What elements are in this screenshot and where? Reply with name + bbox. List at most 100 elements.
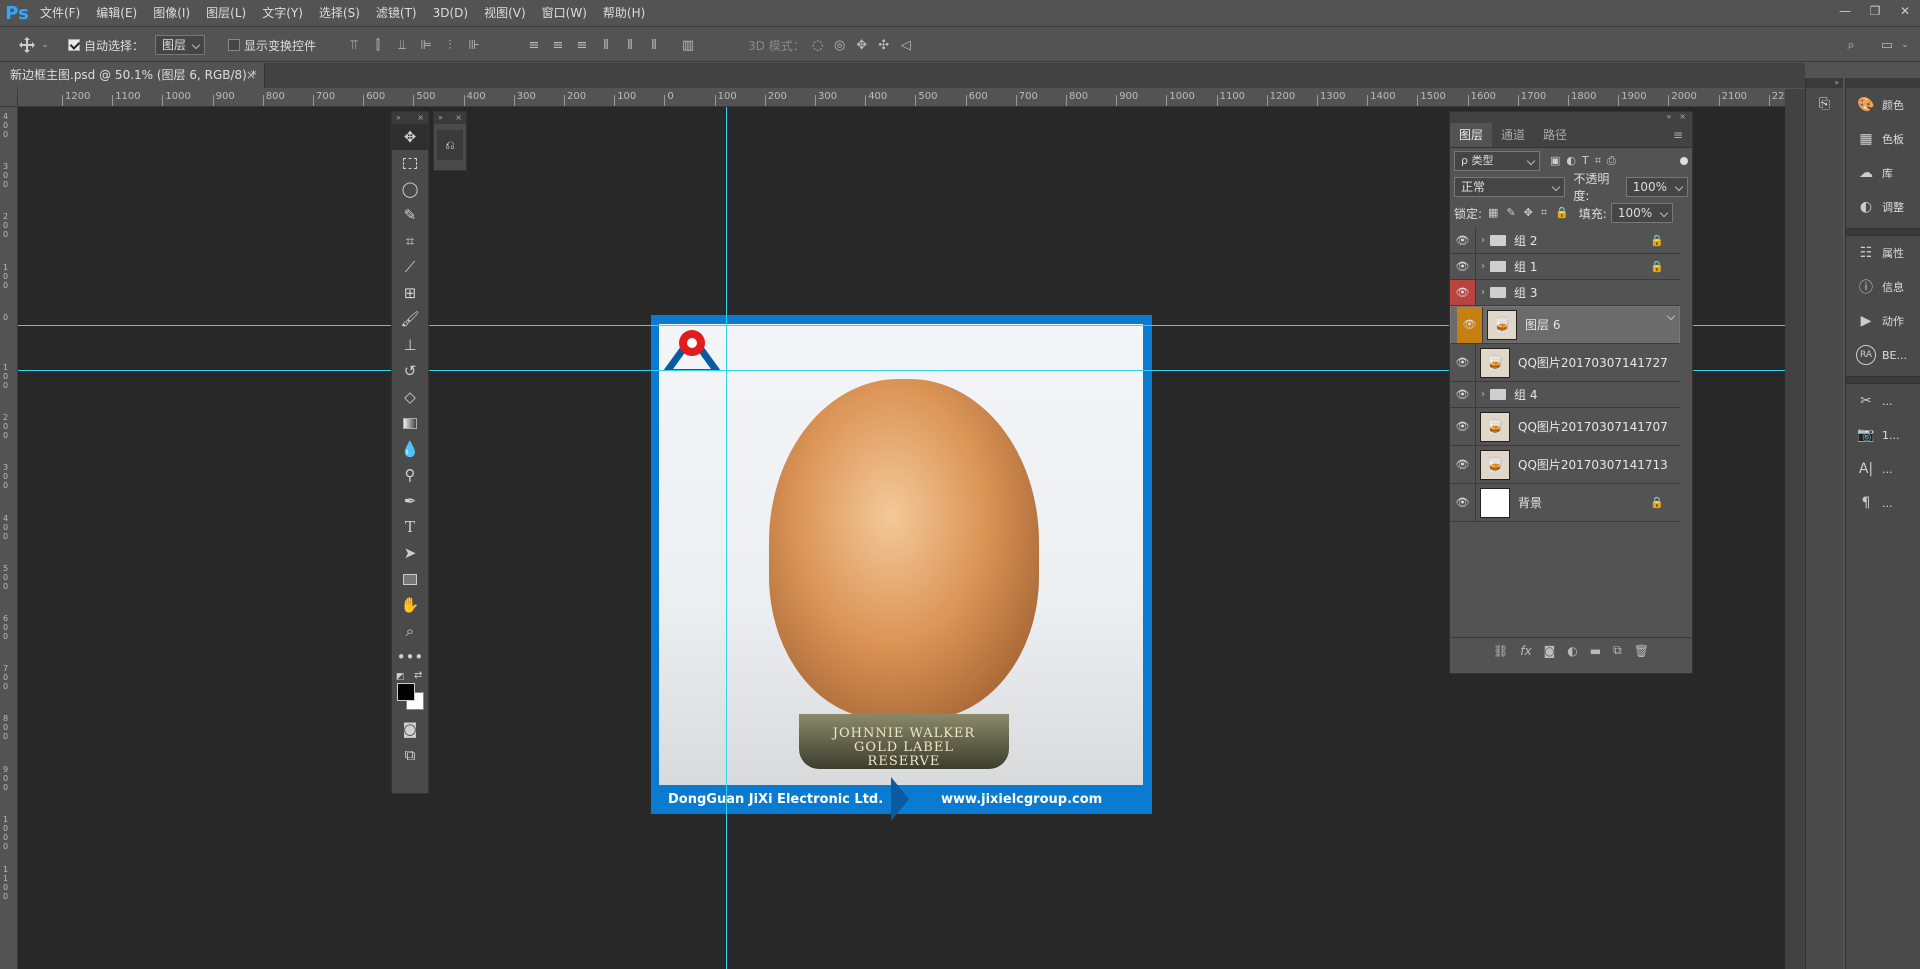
menu-item[interactable]: 文字(Y)	[254, 0, 311, 27]
screen-mode-button[interactable]: ⧉	[392, 742, 428, 768]
fx-icon[interactable]: fx	[1520, 644, 1531, 658]
quick-mask-button[interactable]: ◙	[392, 716, 428, 742]
visibility-eye-icon[interactable]: 👁	[1450, 382, 1476, 407]
pen-tool[interactable]: ✒	[392, 488, 428, 514]
menu-item[interactable]: 选择(S)	[311, 0, 368, 27]
menu-item[interactable]: 3D(D)	[425, 0, 476, 27]
distribute-top-icon[interactable]: ≡	[525, 36, 543, 54]
layers-panel-header[interactable]: » ×	[1450, 112, 1692, 122]
tab-channels[interactable]: 通道	[1492, 123, 1534, 147]
filter-type-icon[interactable]: T	[1582, 154, 1589, 168]
chevron-right-icon[interactable]: ›	[1476, 235, 1490, 246]
menu-item[interactable]: 图层(L)	[198, 0, 254, 27]
align-bottom-icon[interactable]: ⫫	[393, 36, 411, 54]
dock-panel-ra[interactable]: RA BE...	[1846, 338, 1920, 372]
type-tool[interactable]: T	[392, 514, 428, 540]
distribute-hcenter-icon[interactable]: ⦀	[621, 36, 639, 54]
3d-slide-icon[interactable]: ✣	[875, 36, 893, 54]
filter-pixel-icon[interactable]: ▣	[1550, 154, 1560, 168]
history-button[interactable]: ⎌	[437, 130, 463, 160]
layer-group-row[interactable]: 👁 › 组 4	[1450, 382, 1680, 408]
close-icon[interactable]: ×	[417, 112, 424, 124]
layer-row[interactable]: 👁 🥃 QQ图片20170307141707	[1450, 408, 1680, 446]
dock-panel-info[interactable]: ⓘ 信息	[1846, 270, 1920, 304]
dock-panel-adjust[interactable]: ◐ 调整	[1846, 190, 1920, 224]
lock-artboard-icon[interactable]: ⌗	[1541, 206, 1547, 220]
visibility-eye-icon[interactable]: 👁	[1450, 280, 1476, 305]
visibility-eye-icon[interactable]: 👁	[1450, 484, 1476, 521]
document-tab[interactable]: 新边框主图.psd @ 50.1% (图层 6, RGB/8) * ×	[0, 63, 265, 88]
new-layer-icon[interactable]: ⧉	[1613, 643, 1622, 658]
stamp-tool[interactable]: ⊥	[392, 332, 428, 358]
align-vcenter-icon[interactable]: ⫿	[369, 36, 387, 54]
dock-panel-grid[interactable]: ▦ 色板	[1846, 122, 1920, 156]
visibility-eye-icon[interactable]: 👁	[1450, 344, 1476, 381]
history-brush-tool[interactable]: ↺	[392, 358, 428, 384]
chevron-right-icon[interactable]: ›	[1476, 389, 1490, 400]
distribute-right-icon[interactable]: ⦀	[645, 36, 663, 54]
visibility-eye-icon[interactable]: 👁	[1450, 446, 1476, 483]
move-tool-preset[interactable]: ⌄	[18, 28, 54, 62]
visibility-eye-icon[interactable]: 👁	[1450, 408, 1476, 445]
menu-item[interactable]: 图像(I)	[145, 0, 198, 27]
show-transform-checkbox[interactable]: 显示变换控件	[228, 28, 316, 62]
spot-healing-tool[interactable]: ⊞	[392, 280, 428, 306]
visibility-eye-icon[interactable]: 👁	[1450, 228, 1476, 253]
close-button[interactable]: ✕	[1890, 0, 1920, 22]
lock-transparent-icon[interactable]: ▦	[1488, 206, 1498, 220]
crop-tool[interactable]: ⌗	[392, 228, 428, 254]
menu-item[interactable]: 编辑(E)	[88, 0, 145, 27]
dock-header[interactable]	[1846, 78, 1920, 88]
filter-adjust-icon[interactable]: ◐	[1566, 154, 1576, 168]
layer-row[interactable]: 👁 🥃 QQ图片20170307141727	[1450, 344, 1680, 382]
filter-smart-icon[interactable]: ⎙	[1607, 154, 1616, 168]
add-mask-icon[interactable]: ◙	[1544, 644, 1556, 658]
quick-select-tool[interactable]: ✎	[392, 202, 428, 228]
guide-vertical[interactable]	[726, 107, 727, 969]
menu-item[interactable]: 窗口(W)	[534, 0, 595, 27]
foreground-color-swatch[interactable]	[397, 683, 415, 701]
menu-item[interactable]: 文件(F)	[32, 0, 88, 27]
layer-row[interactable]: 👁 🥃 QQ图片20170307141713	[1450, 446, 1680, 484]
collapse-icon[interactable]: »	[438, 112, 443, 124]
default-colors-icon[interactable]: ◩	[396, 672, 405, 682]
menu-item[interactable]: 帮助(H)	[595, 0, 653, 27]
distribute-bottom-icon[interactable]: ≡	[573, 36, 591, 54]
vertical-ruler[interactable]: 4 0 0 3 0 0 2 0 0 1 0 0 0 1 0 0 2 0 0 3 0 0 4 0 …	[0, 107, 18, 969]
search-button[interactable]: ⌕	[1842, 28, 1860, 62]
history-panel-header[interactable]: » ×	[434, 112, 466, 124]
align-right-icon[interactable]: ⊪	[465, 36, 483, 54]
brush-tool[interactable]: 🖌	[392, 306, 428, 332]
dock-panel-cloud[interactable]: ☁ 库	[1846, 156, 1920, 190]
dock-panel-para[interactable]: ¶...	[1846, 486, 1920, 520]
dock-panel-char[interactable]: A|...	[1846, 452, 1920, 486]
dock-panel-camera[interactable]: 📷 1...	[1846, 418, 1920, 452]
auto-select-checkbox[interactable]: 自动选择：	[68, 28, 144, 62]
auto-select-dropdown[interactable]: 图层	[155, 35, 206, 55]
dock-panel-palette[interactable]: 🎨 颜色	[1846, 88, 1920, 122]
dock-panel-brush[interactable]: ✂...	[1846, 384, 1920, 418]
filter-shape-icon[interactable]: ⌗	[1595, 154, 1601, 168]
more-tools[interactable]: •••	[392, 644, 428, 670]
lock-all-icon[interactable]: 🔒	[1555, 206, 1569, 220]
minimize-button[interactable]: —	[1830, 0, 1860, 22]
fill-input[interactable]: 100%	[1610, 203, 1674, 223]
delete-layer-icon[interactable]: 🗑	[1634, 644, 1649, 658]
move-tool[interactable]: ✥	[392, 124, 428, 150]
blur-tool[interactable]: 💧	[392, 436, 428, 462]
lock-pixels-icon[interactable]: ✎	[1506, 206, 1515, 220]
layer-group-row[interactable]: 👁 › 组 1 🔒	[1450, 254, 1680, 280]
new-group-icon[interactable]: ▬	[1590, 644, 1601, 658]
hand-tool[interactable]: ✋	[392, 592, 428, 618]
layer-group-row[interactable]: 👁 › 组 2 🔒	[1450, 228, 1680, 254]
collapse-icon[interactable]: »	[396, 112, 401, 124]
chevron-right-icon[interactable]: ›	[1476, 287, 1490, 298]
3d-pan-icon[interactable]: ✥	[853, 36, 871, 54]
layer-group-row[interactable]: 👁 › 组 3	[1450, 280, 1680, 306]
eraser-tool[interactable]: ◇	[392, 384, 428, 410]
link-layers-icon[interactable]: ⛓	[1493, 644, 1508, 658]
chevron-right-icon[interactable]: ›	[1476, 261, 1490, 272]
workspace-switcher[interactable]: ▭ ⌄	[1878, 28, 1914, 62]
collapse-icon[interactable]: »	[1666, 112, 1671, 122]
menu-item[interactable]: 视图(V)	[476, 0, 534, 27]
